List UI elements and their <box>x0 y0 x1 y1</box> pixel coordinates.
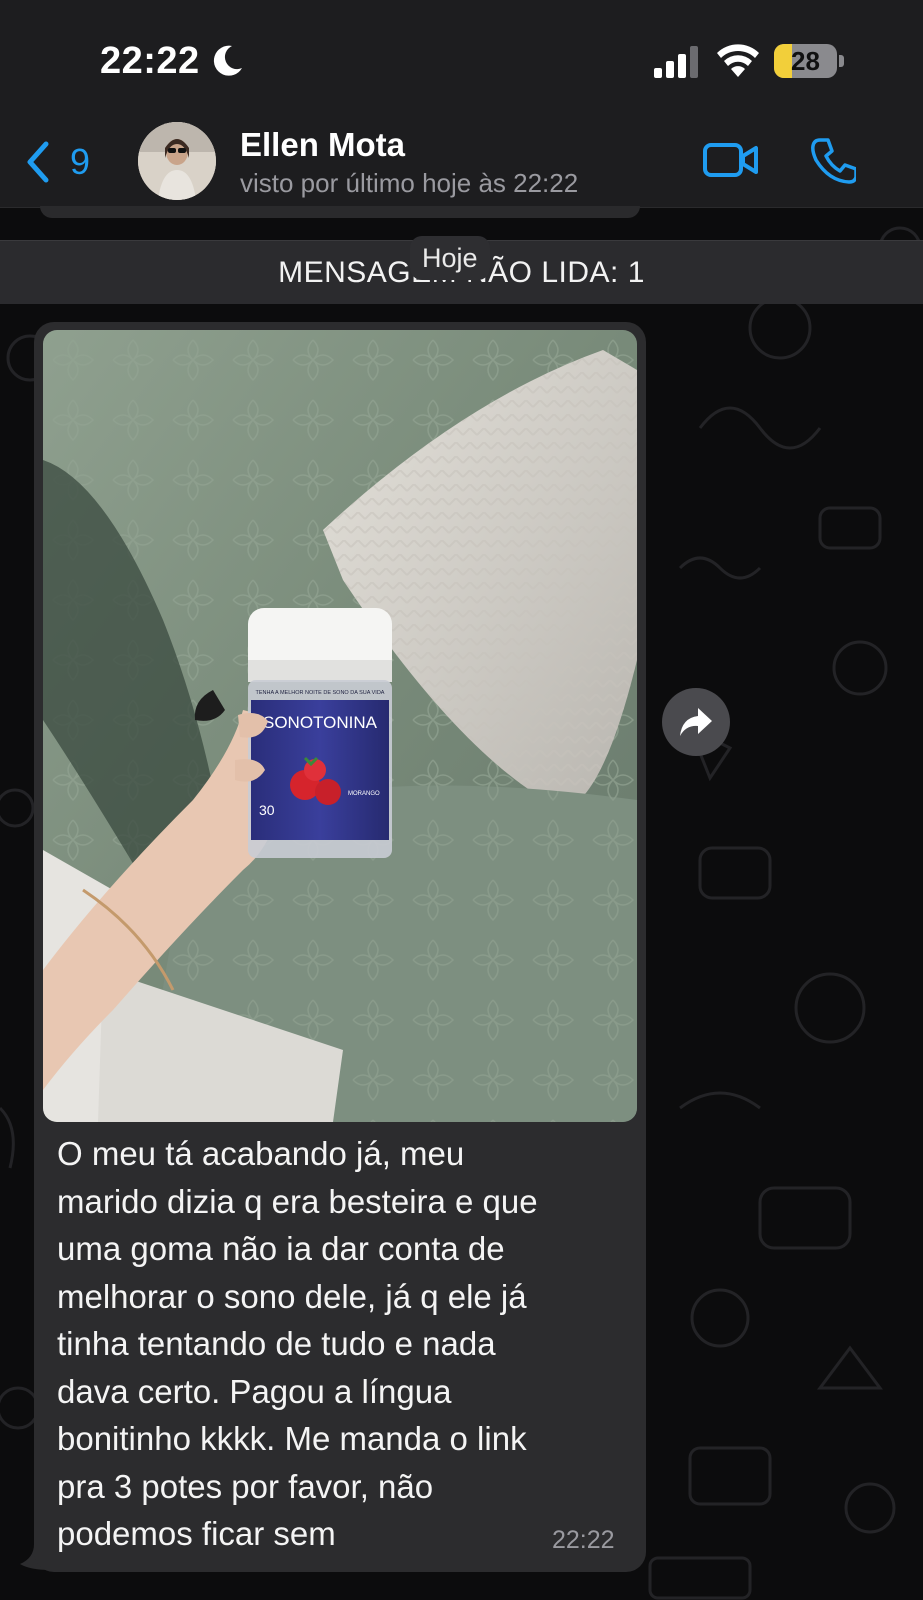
phone-icon[interactable] <box>810 136 856 184</box>
forward-icon <box>680 708 712 736</box>
signal-icon <box>654 46 698 78</box>
chevron-left-icon <box>27 141 49 183</box>
product-brand: SONOTONINA <box>263 713 378 732</box>
wifi-icon <box>717 44 759 77</box>
forward-button[interactable] <box>662 688 730 756</box>
contact-last-seen: visto por último hoje às 22:22 <box>240 168 579 198</box>
previous-message-edge <box>40 206 640 218</box>
chat-screen: 22:22 28 9 Ellen Mota visto por último h… <box>0 0 923 1600</box>
back-button[interactable]: 9 <box>24 132 90 192</box>
status-time: 22:22 <box>100 40 200 82</box>
video-camera-icon[interactable] <box>702 138 760 182</box>
avatar[interactable] <box>138 122 216 200</box>
message-time: 22:22 <box>552 1526 615 1554</box>
message-photo[interactable]: SONOTONINA TENHA A MELHOR NOITE DE SONO … <box>43 330 637 1122</box>
moon-icon <box>213 45 242 76</box>
battery-level: 28 <box>791 46 820 76</box>
contact-name[interactable]: Ellen Mota <box>240 126 405 164</box>
message-text: O meu tá acabando já, meu marido dizia q… <box>57 1135 538 1552</box>
unread-chats-count: 9 <box>70 141 91 182</box>
product-count: 30 <box>259 802 275 818</box>
product-tagline: TENHA A MELHOR NOITE DE SONO DA SUA VIDA <box>256 690 385 696</box>
chat-header: 9 Ellen Mota visto por último hoje às 22… <box>0 120 923 208</box>
status-bar: 22:22 28 <box>0 0 923 120</box>
product-flavor: MORANGO <box>348 791 380 797</box>
battery-indicator: 28 <box>774 44 844 78</box>
date-pill: Hoje <box>410 236 490 280</box>
